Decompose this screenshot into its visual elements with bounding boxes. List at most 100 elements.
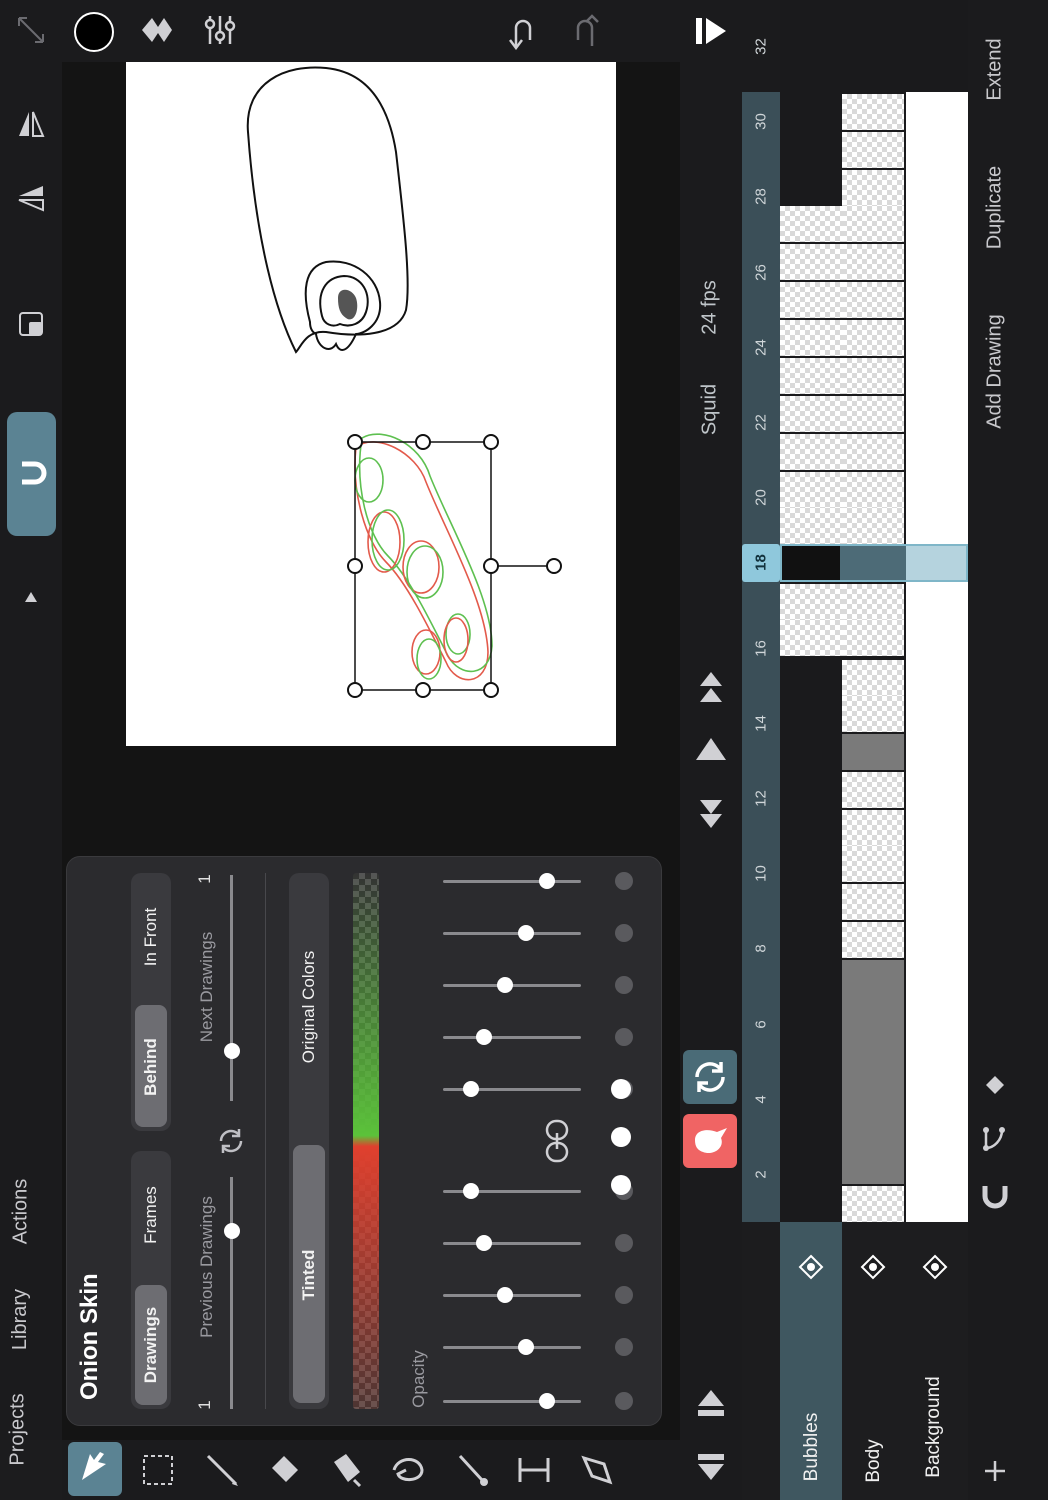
next-drawings-slider[interactable] [224,1043,240,1059]
redo-icon[interactable] [570,14,602,50]
next-frame-icon[interactable] [696,796,726,832]
onion-skin-toggle[interactable] [683,1114,737,1168]
drawing-canvas[interactable] [126,62,616,746]
layer-bubbles[interactable]: Bubbles [780,1222,842,1500]
timeline-frame-cell[interactable] [842,772,904,808]
add-drawing-action[interactable]: Add Drawing [984,311,1007,433]
timeline-frame-cell[interactable] [780,472,842,508]
extend-action[interactable]: Extend [984,33,1007,107]
timeline-frame-cell[interactable] [842,244,904,280]
timeline-frame-cell[interactable] [780,434,842,470]
previous-opacity-slider[interactable] [538,1393,555,1409]
transform-tool[interactable] [68,1442,122,1496]
previous-frame-icon[interactable] [694,734,728,764]
timeline-frame-cell[interactable] [842,94,904,130]
visibility-eye-icon[interactable] [860,1254,886,1280]
timeline-frame-cell[interactable] [780,584,842,620]
timeline-frame-cell[interactable] [842,696,904,732]
snap-magnet-icon[interactable] [981,1182,1009,1210]
timeline-frame-cell[interactable] [780,206,842,242]
timeline-frame-cell[interactable] [842,206,904,242]
snap-magnet-button[interactable] [7,412,56,536]
brush-color-swatch[interactable] [74,12,114,52]
timeline-frame-cell[interactable] [842,170,904,206]
timeline-frame-cell[interactable] [842,734,904,770]
timeline-frame-cell[interactable] [780,396,842,432]
color-option-tinted[interactable]: Tinted [299,1225,319,1325]
timeline-frame-cell[interactable] [842,846,904,882]
timeline-frame-cell[interactable] [780,320,842,356]
timeline-frame-cell[interactable] [842,1186,904,1222]
position-option-in-front[interactable]: In Front [141,897,161,977]
keyframe-icon[interactable] [984,1074,1006,1096]
timeline-frame-cell[interactable] [842,660,904,696]
duplicate-action[interactable]: Duplicate [984,163,1007,253]
flip-vertical-icon[interactable] [15,182,47,214]
opacity-link-handle[interactable] [611,1079,631,1099]
add-layer-icon[interactable] [982,1458,1008,1484]
expand-timeline-icon[interactable] [694,1386,728,1420]
opacity-link-handle[interactable] [611,1127,631,1147]
loop-toggle[interactable] [683,1050,737,1104]
eraser-icon[interactable] [262,1450,306,1490]
motion-path-icon[interactable] [980,1124,1010,1154]
timeline-frame-cell[interactable] [842,960,904,1184]
timeline-frame-cell[interactable] [780,282,842,318]
fullscreen-icon[interactable] [15,14,47,46]
pen-tool-icon[interactable] [574,1450,618,1490]
timeline-frame-cell[interactable] [842,884,904,920]
visibility-eye-icon[interactable] [798,1254,824,1280]
previous-opacity-slider[interactable] [517,1339,534,1355]
next-opacity-slider[interactable] [517,925,534,941]
background-layer-frame[interactable] [906,92,968,1222]
flip-horizontal-icon[interactable] [15,108,47,140]
collapse-arrow-icon[interactable] [15,582,47,614]
nav-actions[interactable]: Actions [9,1179,32,1245]
mode-option-drawings[interactable]: Drawings [141,1305,161,1385]
undo-icon[interactable] [506,14,538,50]
selection-marquee-icon[interactable] [136,1450,180,1490]
opacity-link-handle[interactable] [611,1175,631,1195]
next-opacity-slider[interactable] [538,873,555,889]
timeline-frame-cell[interactable] [842,922,904,958]
layer-body[interactable]: Body [842,1222,904,1500]
timeline-grid[interactable] [780,0,1036,1222]
collapse-timeline-icon[interactable] [694,1450,728,1484]
nav-library[interactable]: Library [9,1289,32,1350]
text-tool-icon[interactable] [512,1450,556,1490]
sync-sliders-icon[interactable] [215,1125,247,1157]
timeline-frame-cell[interactable] [842,132,904,168]
eyedropper-icon[interactable] [450,1450,494,1490]
timeline-frame-cell[interactable] [780,358,842,394]
pencil-icon[interactable] [200,1450,244,1490]
link-opacity-icon[interactable] [543,1119,571,1163]
layer-background[interactable]: Background [904,1222,966,1500]
project-name[interactable]: Squid [699,360,722,460]
play-icon[interactable] [692,12,730,50]
layer-view-icon[interactable] [15,308,47,340]
next-opacity-slider[interactable] [462,1081,479,1097]
timeline-frame-cell[interactable] [780,508,842,544]
timeline-frame-cell[interactable] [842,620,904,656]
fps-label[interactable]: 24 fps [699,258,722,358]
previous-drawings-slider[interactable] [224,1223,240,1239]
tint-color-strip[interactable] [353,873,379,1409]
fill-bucket-icon[interactable] [324,1450,368,1490]
timeline-frame-cell[interactable] [842,282,904,318]
color-option-original[interactable]: Original Colors [299,927,319,1087]
nav-projects[interactable]: Projects [7,1393,30,1465]
next-opacity-slider[interactable] [497,977,514,993]
timeline-frame-cell[interactable] [780,620,842,656]
timeline-frame-cell[interactable] [842,508,904,544]
current-frame-marker[interactable]: 18 [742,544,780,582]
previous-opacity-slider[interactable] [462,1183,479,1199]
timeline-frame-cell[interactable] [780,244,842,280]
current-frame-cell[interactable] [782,546,840,580]
adjustments-icon[interactable] [202,12,238,48]
previous-opacity-slider[interactable] [497,1287,514,1303]
position-option-behind[interactable]: Behind [141,1027,161,1107]
lasso-fill-icon[interactable] [386,1450,430,1490]
first-frame-icon[interactable] [696,668,726,704]
visibility-eye-icon[interactable] [922,1254,948,1280]
mode-option-frames[interactable]: Frames [141,1175,161,1255]
